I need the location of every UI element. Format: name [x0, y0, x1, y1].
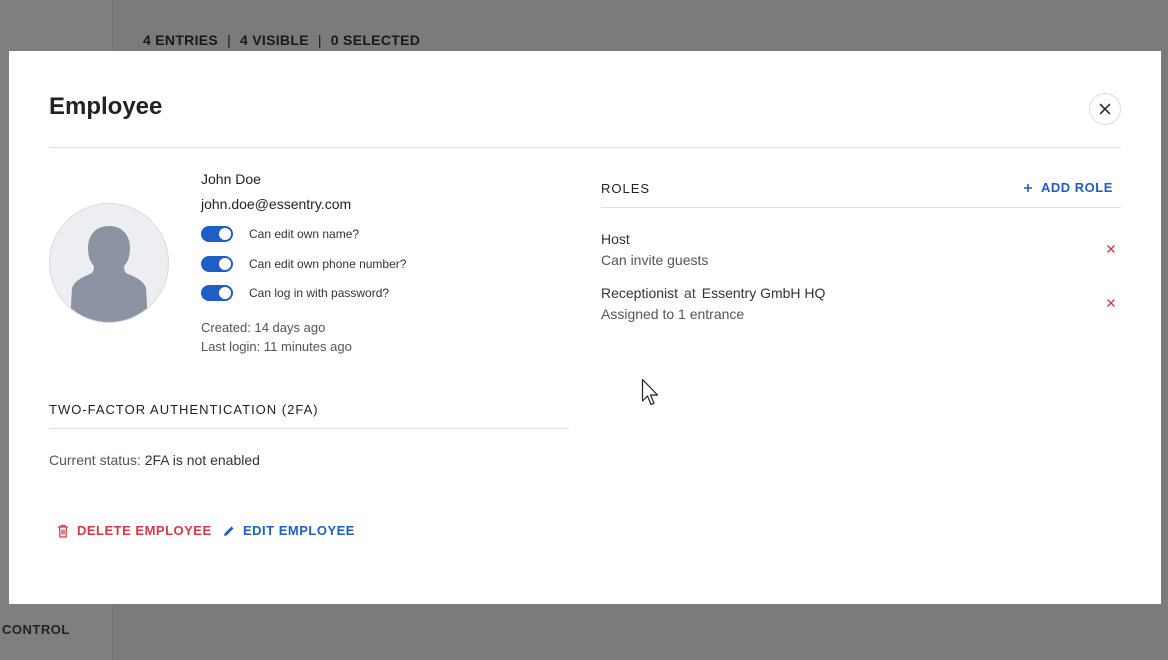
role-description: Assigned to 1 entrance: [601, 306, 745, 322]
add-role-button[interactable]: ADD ROLE: [1023, 180, 1113, 195]
edit-name-toggle[interactable]: [201, 226, 233, 242]
edit-phone-toggle[interactable]: [201, 256, 233, 272]
permission-edit-phone: Can edit own phone number?: [201, 256, 406, 272]
close-button[interactable]: [1089, 93, 1121, 125]
status-value: 2FA is not enabled: [144, 452, 260, 468]
mouse-cursor-icon: [641, 378, 659, 406]
permission-label: Can edit own phone number?: [249, 257, 407, 271]
permission-edit-name: Can edit own name?: [201, 226, 359, 242]
permission-label: Can log in with password?: [249, 286, 390, 300]
employee-email: john.doe@essentry.com: [201, 196, 352, 212]
edit-employee-button[interactable]: EDIT EMPLOYEE: [223, 523, 355, 538]
two-factor-title: TWO-FACTOR AUTHENTICATION (2FA): [49, 402, 319, 417]
role-item-receptionist: Receptionist at Essentry GmbH HQ Assigned …: [601, 285, 1121, 322]
close-icon: [1099, 103, 1111, 115]
remove-x-icon[interactable]: [1105, 297, 1117, 309]
remove-x-icon[interactable]: [1105, 243, 1117, 255]
role-name: Host: [601, 231, 630, 247]
plus-icon: [1024, 183, 1032, 192]
permission-label: Can edit own name?: [249, 227, 360, 241]
trash-icon: [58, 524, 68, 538]
delete-employee-label: DELETE EMPLOYEE: [77, 523, 212, 538]
header-divider: [49, 147, 1121, 148]
role-item-host: Host Can invite guests: [601, 231, 1121, 268]
status-prefix: Current status:: [49, 452, 141, 468]
avatar-silhouette-icon: [70, 226, 148, 322]
employee-name: John Doe: [201, 171, 261, 187]
pencil-icon: [224, 526, 234, 536]
last-login-info: Last login: 11 minutes ago: [201, 339, 352, 354]
permission-login-password: Can log in with password?: [201, 285, 389, 301]
role-location: Essentry GmbH HQ: [701, 285, 826, 301]
role-at: at: [684, 285, 696, 301]
delete-employee-button[interactable]: DELETE EMPLOYEE: [57, 523, 212, 538]
employee-modal: Employee John Doe john.doe@essentry.com …: [9, 51, 1161, 604]
role-description: Can invite guests: [601, 252, 709, 268]
role-title-line: Receptionist at Essentry GmbH HQ: [601, 285, 1121, 301]
edit-employee-label: EDIT EMPLOYEE: [243, 523, 355, 538]
login-password-toggle[interactable]: [201, 285, 233, 301]
role-name: Receptionist: [601, 285, 679, 301]
avatar: [49, 203, 169, 323]
modal-title: Employee: [49, 93, 163, 120]
roles-divider: [601, 207, 1121, 208]
add-role-label: ADD ROLE: [1041, 180, 1113, 195]
roles-title: ROLES: [601, 181, 651, 196]
two-factor-divider: [49, 428, 569, 429]
created-info: Created: 14 days ago: [201, 320, 326, 335]
two-factor-status: Current status: 2FA is not enabled: [49, 452, 260, 468]
